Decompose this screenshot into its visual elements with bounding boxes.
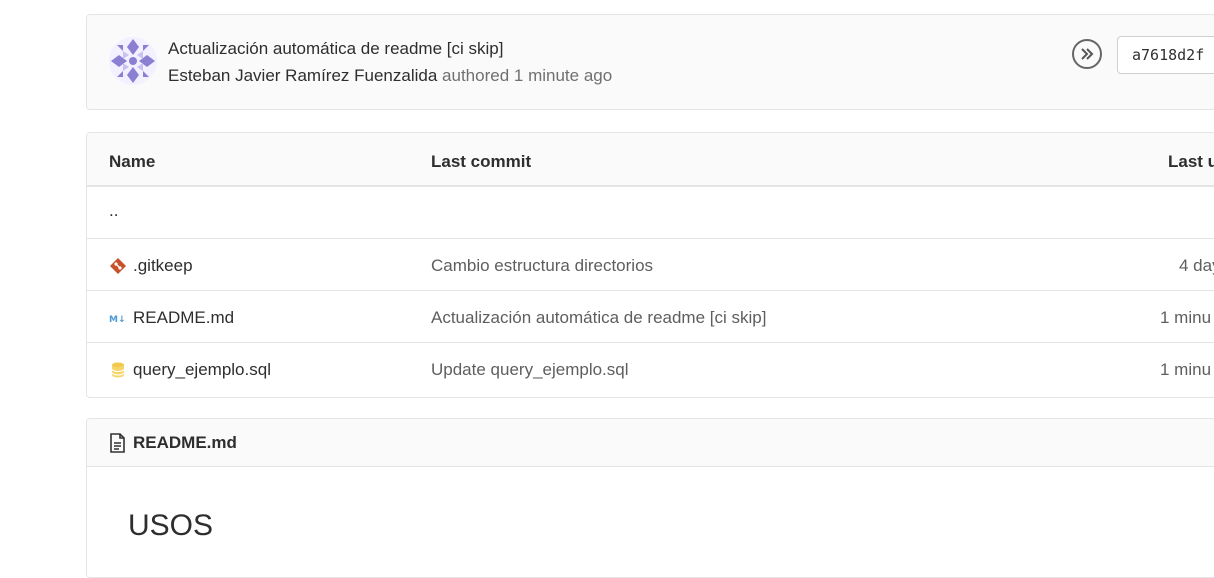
header-name: Name [109, 152, 156, 171]
database-icon [111, 362, 125, 378]
commit-action-text: authored [442, 66, 510, 85]
commit-sha-button[interactable]: a7618d2f [1117, 36, 1214, 74]
svg-text:M↓: M↓ [109, 315, 126, 325]
git-icon [110, 258, 126, 274]
pipeline-status-button[interactable] [1072, 39, 1102, 69]
table-row-parent[interactable]: .. [87, 187, 1214, 239]
file-name: README.md [133, 308, 235, 327]
readme-filename: README.md [133, 433, 237, 452]
commit-message-link[interactable]: Update query_ejemplo.sql [431, 360, 629, 380]
file-link-query-ejemplo[interactable]: query_ejemplo.sql [109, 360, 271, 380]
commit-message-link[interactable]: Cambio estructura directorios [431, 256, 653, 276]
table-row: .gitkeep Cambio estructura directorios 4… [87, 239, 1214, 291]
parent-directory-link[interactable]: .. [109, 201, 118, 221]
readme-panel: README.md USOS [86, 418, 1214, 578]
file-name: .gitkeep [133, 256, 193, 275]
commit-info-box: Actualización automática de readme [ci s… [86, 14, 1214, 110]
readme-title: README.md [109, 433, 237, 453]
commit-meta: Esteban Javier Ramírez Fuenzalida author… [168, 66, 612, 86]
file-date: 1 minu [1160, 360, 1212, 379]
avatar-pattern-icon [109, 37, 157, 85]
markdown-icon: M↓ [109, 315, 126, 325]
commit-title-link[interactable]: Actualización automática de readme [ci s… [168, 39, 503, 59]
file-date: 4 day [1179, 256, 1214, 275]
header-last-update: Last u [1168, 152, 1214, 171]
commit-time: 1 minute ago [513, 66, 613, 85]
header-last-commit: Last commit [431, 152, 532, 171]
file-tree-table: Name Last commit Last u .. .gitkeep Camb… [86, 132, 1214, 398]
commit-author-link[interactable]: Esteban Javier Ramírez Fuenzalida [168, 66, 437, 85]
double-chevron-right-icon [1081, 48, 1094, 60]
table-row: M↓ README.md Actualización automática de… [87, 291, 1214, 343]
file-link-gitkeep[interactable]: .gitkeep [109, 256, 193, 276]
avatar[interactable] [109, 37, 157, 85]
readme-header: README.md [87, 419, 1214, 467]
readme-heading: USOS [128, 509, 214, 542]
file-icon [110, 433, 125, 453]
commit-message-link[interactable]: Actualización automática de readme [ci s… [431, 308, 766, 328]
file-date: 1 minu [1160, 308, 1212, 327]
table-header: Name Last commit Last u [87, 133, 1214, 187]
table-row: query_ejemplo.sql Update query_ejemplo.s… [87, 343, 1214, 395]
file-name: query_ejemplo.sql [133, 360, 271, 379]
file-link-readme[interactable]: M↓ README.md [109, 308, 234, 328]
